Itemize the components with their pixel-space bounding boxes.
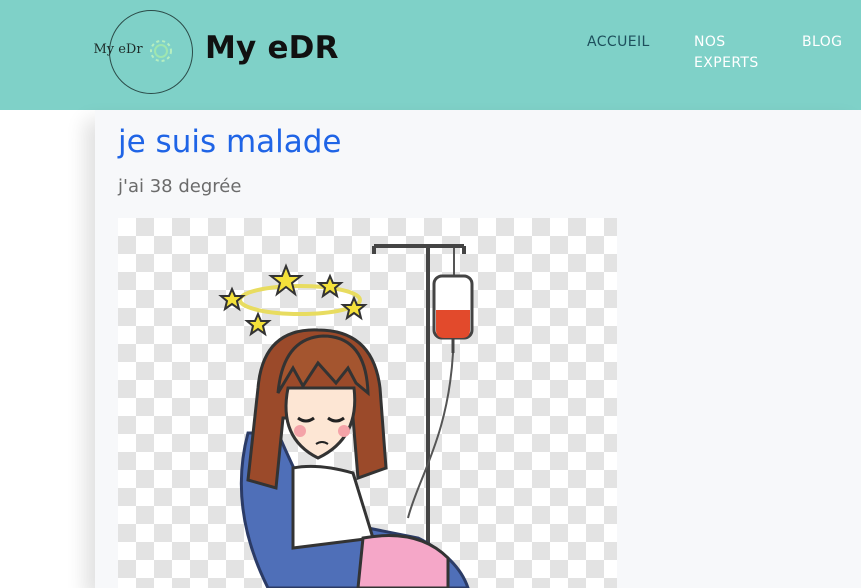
logo-text: My eDr	[93, 42, 143, 57]
post-subtitle: j'ai 38 degrée	[118, 176, 242, 197]
brand-title[interactable]: My eDR	[205, 30, 339, 66]
nav-accueil[interactable]: ACCUEIL	[587, 32, 650, 53]
post-image	[118, 218, 617, 588]
nav-nos-experts[interactable]: NOS EXPERTS	[694, 32, 774, 74]
site-header: My eDr My eDR ACCUEIL NOS EXPERTS BLOG	[0, 0, 861, 110]
sick-girl-illustration-icon	[218, 244, 474, 588]
nav-blog[interactable]: BLOG	[802, 32, 842, 53]
logo-gear-icon	[150, 40, 172, 62]
post-title-link[interactable]: je suis malade	[118, 124, 342, 160]
